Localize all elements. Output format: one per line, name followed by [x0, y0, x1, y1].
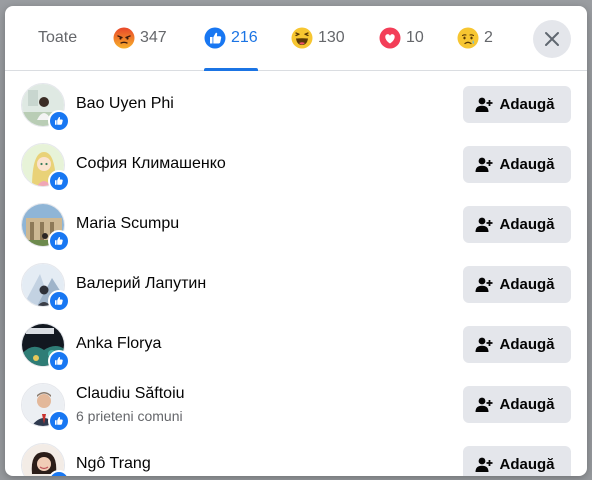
person-name[interactable]: Maria Scumpu [76, 215, 179, 233]
tab-label: Toate [38, 29, 78, 46]
add-friend-label: Adaugă [499, 396, 555, 413]
add-friend-icon [475, 97, 493, 112]
person-name[interactable]: София Климашенко [76, 155, 226, 173]
list-item: Валерий Лапутин Adaugă [5, 255, 587, 315]
tab-count: 130 [318, 29, 345, 46]
haha-reaction-icon [291, 27, 313, 49]
add-friend-icon [475, 337, 493, 352]
tab-count: 216 [231, 29, 258, 46]
list-item: София Климашенко Adaugă [5, 135, 587, 195]
like-icon [48, 290, 70, 312]
like-icon [48, 230, 70, 252]
list-item: Maria Scumpu Adaugă [5, 195, 587, 255]
people-list: Bao Uyen Phi Adaugă София Климашенко Ada… [5, 71, 587, 476]
add-friend-button[interactable]: Adaugă [463, 386, 571, 423]
add-friend-label: Adaugă [499, 96, 555, 113]
like-icon [48, 110, 70, 132]
add-friend-button[interactable]: Adaugă [463, 266, 571, 303]
like-icon [48, 170, 70, 192]
tab-love[interactable]: 10 [379, 6, 424, 70]
add-friend-button[interactable]: Adaugă [463, 446, 571, 476]
list-item: Bao Uyen Phi Adaugă [5, 75, 587, 135]
add-friend-label: Adaugă [499, 156, 555, 173]
tab-like[interactable]: 216 [204, 6, 258, 71]
tab-count: 10 [406, 29, 424, 46]
add-friend-button[interactable]: Adaugă [463, 146, 571, 183]
like-icon [48, 410, 70, 432]
like-icon [48, 350, 70, 372]
tab-angry[interactable]: 347 [113, 6, 167, 70]
love-reaction-icon [379, 27, 401, 49]
mutual-friends-count[interactable]: 6 prieteni comuni [76, 408, 183, 424]
person-name[interactable]: Валерий Лапутин [76, 275, 206, 293]
person-name[interactable]: Claudiu Săftoiu [76, 385, 185, 403]
angry-reaction-icon [113, 27, 135, 49]
list-item: Claudiu Săftoiu 6 prieteni comuni Adaugă [5, 375, 587, 435]
reaction-tabs: Toate 347 216 130 10 2 [5, 6, 587, 71]
tab-sad[interactable]: 2 [457, 6, 493, 70]
reactions-dialog: Toate 347 216 130 10 2 Bao Uyen Phi Adau… [5, 6, 587, 476]
like-reaction-icon [204, 27, 226, 49]
add-friend-label: Adaugă [499, 276, 555, 293]
tab-count: 2 [484, 29, 493, 46]
sad-reaction-icon [457, 27, 479, 49]
tab-count: 347 [140, 29, 167, 46]
person-name[interactable]: Ngô Trang [76, 455, 151, 473]
add-friend-label: Adaugă [499, 216, 555, 233]
tab-all[interactable]: Toate [38, 6, 77, 70]
close-icon [545, 32, 559, 46]
add-friend-icon [475, 217, 493, 232]
list-item: Anka Florya Adaugă [5, 315, 587, 375]
list-item: Ngô Trang Adaugă [5, 435, 587, 476]
add-friend-icon [475, 277, 493, 292]
add-friend-button[interactable]: Adaugă [463, 326, 571, 363]
add-friend-button[interactable]: Adaugă [463, 86, 571, 123]
add-friend-icon [475, 457, 493, 472]
person-name[interactable]: Bao Uyen Phi [76, 95, 174, 113]
person-name[interactable]: Anka Florya [76, 335, 161, 353]
add-friend-icon [475, 157, 493, 172]
close-button[interactable] [533, 20, 571, 58]
add-friend-label: Adaugă [499, 336, 555, 353]
add-friend-label: Adaugă [499, 456, 555, 473]
add-friend-icon [475, 397, 493, 412]
add-friend-button[interactable]: Adaugă [463, 206, 571, 243]
tab-haha[interactable]: 130 [291, 6, 345, 70]
